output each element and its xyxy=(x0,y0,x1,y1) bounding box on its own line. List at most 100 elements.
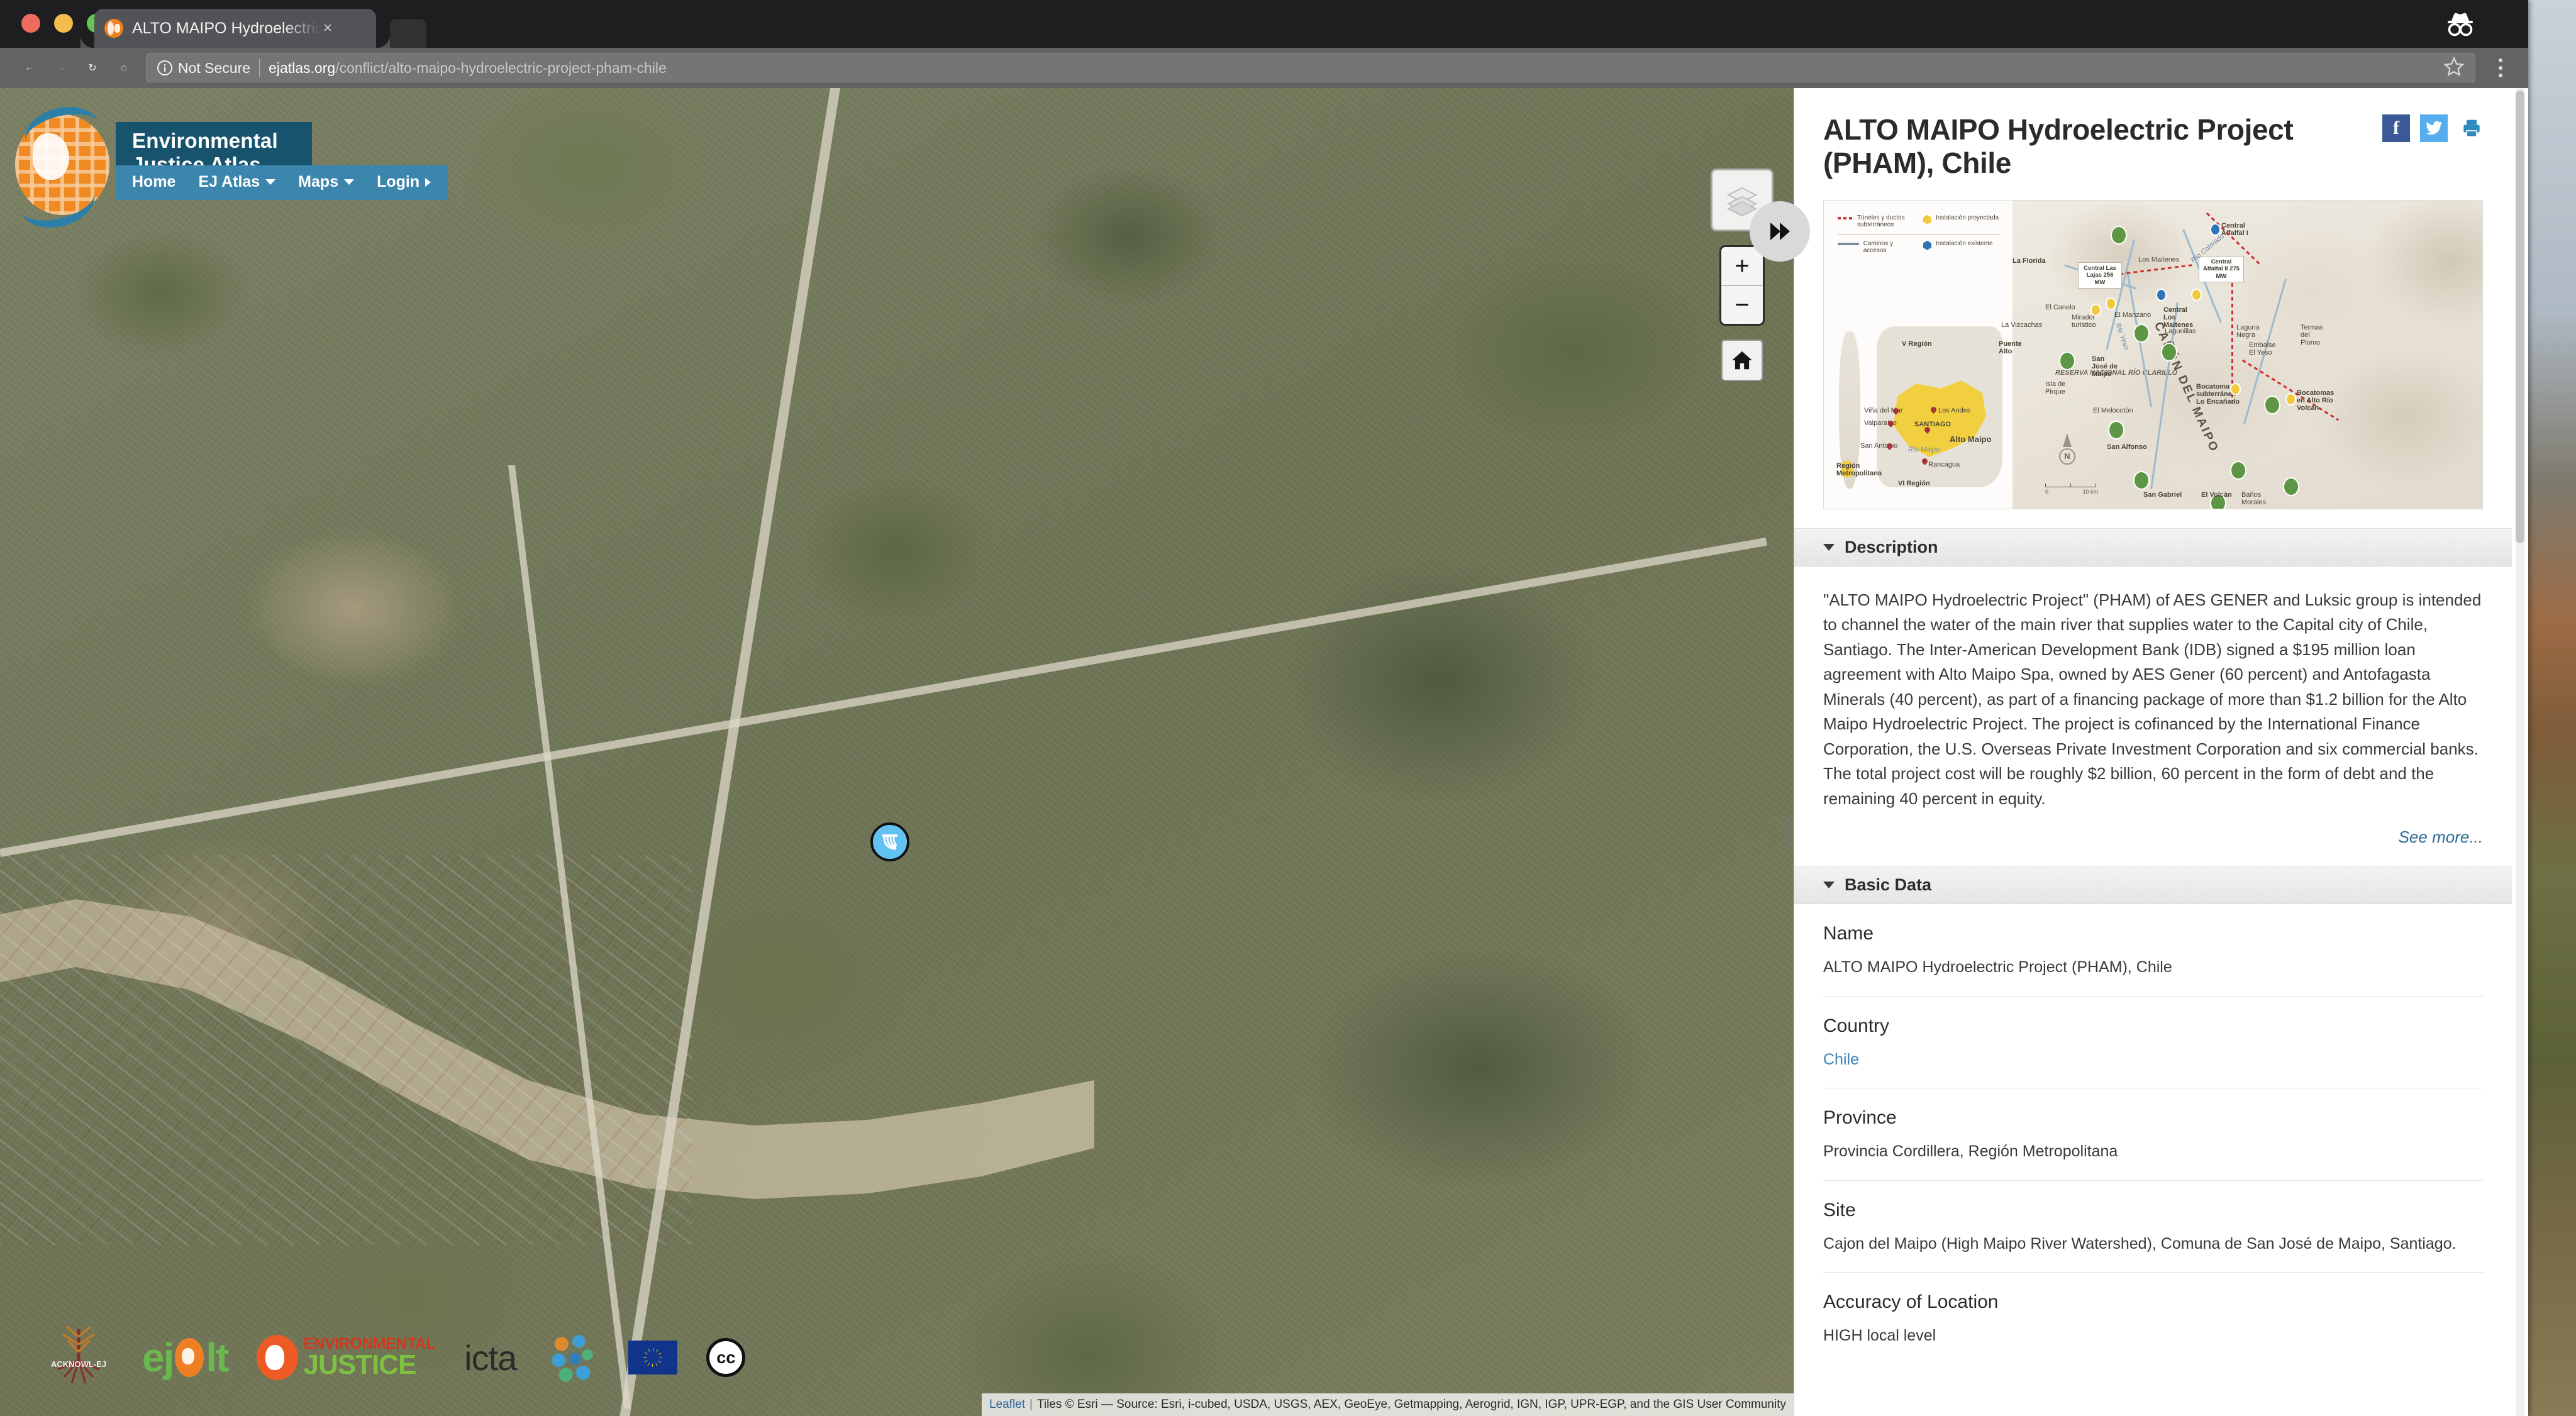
nav-label-home: Home xyxy=(132,173,176,191)
field-label-name: Name xyxy=(1823,923,1874,944)
field-label-country: Country xyxy=(1823,1015,1890,1036)
project-map-thumbnail[interactable]: Túneles y ductos subterráneos Instalació… xyxy=(1823,199,2483,509)
new-tab-button[interactable] xyxy=(390,19,426,48)
legend-label-tunnels: Túneles y ductos subterráneos xyxy=(1857,214,1905,228)
svg-text:ACKNOWL-EJ: ACKNOWL-EJ xyxy=(51,1359,106,1369)
bookmark-star-icon[interactable] xyxy=(2443,56,2465,80)
nav-item-ej-atlas[interactable]: EJ Atlas xyxy=(198,173,276,191)
security-label: Not Secure xyxy=(178,59,251,76)
nav-label-maps: Maps xyxy=(298,173,339,191)
chevron-down-icon xyxy=(265,179,276,185)
protected-area-marker xyxy=(2133,470,2150,490)
leaflet-link[interactable]: Leaflet xyxy=(989,1398,1025,1412)
facility-marker-existing xyxy=(2156,288,2167,301)
compass-arrow xyxy=(2063,433,2072,447)
nav-item-maps[interactable]: Maps xyxy=(298,173,355,191)
window-traffic-lights xyxy=(21,14,106,33)
protected-area-marker xyxy=(2108,420,2124,440)
see-more-link[interactable]: See more... xyxy=(2399,827,2483,846)
inset-label-v-region: V Región xyxy=(1902,340,1932,348)
zoom-in-button[interactable]: + xyxy=(1721,247,1763,286)
field-value-accuracy: HIGH local level xyxy=(1823,1327,1936,1345)
layers-icon xyxy=(1726,187,1758,217)
place-label: El Volcán xyxy=(2201,490,2232,499)
legend-tunnel-symbol xyxy=(1838,216,1853,219)
site-nav: Home EJ Atlas Maps Login xyxy=(116,165,448,200)
security-status[interactable]: Not Secure xyxy=(157,60,250,77)
field-name: Name ALTO MAIPO Hydroelectric Project (P… xyxy=(1823,904,2483,997)
field-value-country[interactable]: Chile xyxy=(1823,1048,2483,1072)
ejatlas-favicon xyxy=(104,19,123,38)
map-marker-hydroelectric[interactable] xyxy=(870,822,909,861)
leaflet-map[interactable]: Environmental Justice Atlas Home EJ Atla… xyxy=(0,88,1794,1416)
field-value-province: Provincia Cordillera, Región Metropolita… xyxy=(1823,1142,2118,1161)
place-label: Lagunillas xyxy=(2165,327,2196,335)
place-label: Isla de Pirque xyxy=(2045,380,2066,395)
map-controls: + − xyxy=(1711,169,1774,381)
twitter-share-icon[interactable] xyxy=(2420,114,2448,142)
place-label: El Melocotón xyxy=(2093,406,2133,414)
icta-logo[interactable]: icta xyxy=(464,1337,517,1378)
map-scroll-nub[interactable] xyxy=(1784,817,1792,846)
back-button[interactable]: ← xyxy=(14,52,45,84)
field-label-accuracy: Accuracy of Location xyxy=(1823,1292,1999,1313)
thumbnail-relief xyxy=(2012,200,2482,509)
place-label: La Florida xyxy=(2012,257,2046,265)
close-window-button[interactable] xyxy=(21,14,40,33)
nav-item-home[interactable]: Home xyxy=(132,173,175,191)
environmental-justice-logo[interactable]: ENVIRONMENTAL JUSTICE xyxy=(257,1335,436,1380)
facebook-share-icon[interactable]: f xyxy=(2382,114,2410,142)
omnibox-divider xyxy=(259,59,260,77)
ejolt-logo[interactable]: ejlt xyxy=(142,1334,230,1381)
protected-area-marker xyxy=(2059,351,2075,370)
nav-label-login: Login xyxy=(377,173,420,191)
protected-area-marker xyxy=(2264,395,2280,414)
place-label: El Manzano xyxy=(2114,311,2151,319)
partner-logos: ACKNOWL-EJ ejlt ENVIRONMENTAL JUSTICE ic… xyxy=(44,1323,746,1392)
place-label: Mirador turístico xyxy=(2072,313,2096,329)
legend-existing-symbol xyxy=(1923,240,1931,250)
address-bar[interactable]: Not Secure ejatlas.org /conflict/alto-ma… xyxy=(146,53,2475,82)
facility-label-alfalfal-i: Central Alfalfal I xyxy=(2221,221,2248,237)
section-header-basic-data[interactable]: Basic Data xyxy=(1794,866,2512,905)
print-icon[interactable] xyxy=(2458,114,2485,142)
field-province: Province Provincia Cordillera, Región Me… xyxy=(1823,1088,2483,1181)
section-header-description[interactable]: Description xyxy=(1794,528,2512,567)
section-label-description: Description xyxy=(1845,537,1938,556)
zoom-out-button[interactable]: − xyxy=(1721,286,1763,324)
protected-area-marker xyxy=(2230,460,2246,480)
minimize-window-button[interactable] xyxy=(54,14,73,33)
panel-scrollbar-thumb[interactable] xyxy=(2516,91,2524,543)
nav-item-login[interactable]: Login xyxy=(377,173,431,191)
legend-label-roads: Caminos y accesos xyxy=(1863,240,1893,254)
inset-label-rancagua: Rancagua xyxy=(1928,460,1960,468)
legend-label-existing: Instalación existente xyxy=(1936,240,1993,247)
collapse-panel-button[interactable] xyxy=(1750,201,1810,262)
scale-max: 10 km xyxy=(2082,488,2098,495)
facility-label-alto-rio-volcan: Bocatomas en Alto Río Volcán xyxy=(2297,389,2334,412)
inset-label-alto-maipo: Alto Maipo xyxy=(1950,434,1992,444)
facility-label-alfalfal-ii: Central Alfalfal II 275 MW xyxy=(2199,255,2244,282)
inset-label-rio-maipo: Río Maipo xyxy=(1908,445,1940,453)
browser-menu-button[interactable] xyxy=(2487,58,2514,77)
european-union-logo[interactable] xyxy=(628,1341,678,1375)
compass-rose: N xyxy=(2058,433,2077,470)
forward-button[interactable]: → xyxy=(45,52,77,84)
reload-button[interactable]: ↻ xyxy=(77,52,108,84)
panel-title-area: ALTO MAIPO Hydroelectric Project (PHAM),… xyxy=(1794,88,2512,180)
chevron-down-icon xyxy=(344,179,355,185)
acknowl-ej-logo[interactable]: ACKNOWL-EJ xyxy=(44,1323,113,1392)
page-title: ALTO MAIPO Hydroelectric Project (PHAM),… xyxy=(1823,113,2294,179)
legend-divider xyxy=(1838,233,2000,235)
browser-window: ALTO MAIPO Hydroelectric Pro × ← → ↻ ⌂ xyxy=(0,0,2528,1416)
browser-tab[interactable]: ALTO MAIPO Hydroelectric Pro × xyxy=(94,9,390,48)
reset-view-home-button[interactable] xyxy=(1721,340,1763,381)
home-button[interactable]: ⌂ xyxy=(108,52,140,84)
facility-label-los-maitenes: Central Los Maitenes xyxy=(2163,306,2194,329)
inset-label-vi-region: VI Región xyxy=(1898,479,1930,487)
place-label: La Vizcachas xyxy=(2001,321,2043,329)
icta-dots-logo[interactable] xyxy=(545,1330,600,1385)
close-tab-button[interactable]: × xyxy=(323,21,332,36)
home-icon xyxy=(1732,351,1752,370)
creative-commons-logo[interactable]: cc xyxy=(706,1338,746,1377)
